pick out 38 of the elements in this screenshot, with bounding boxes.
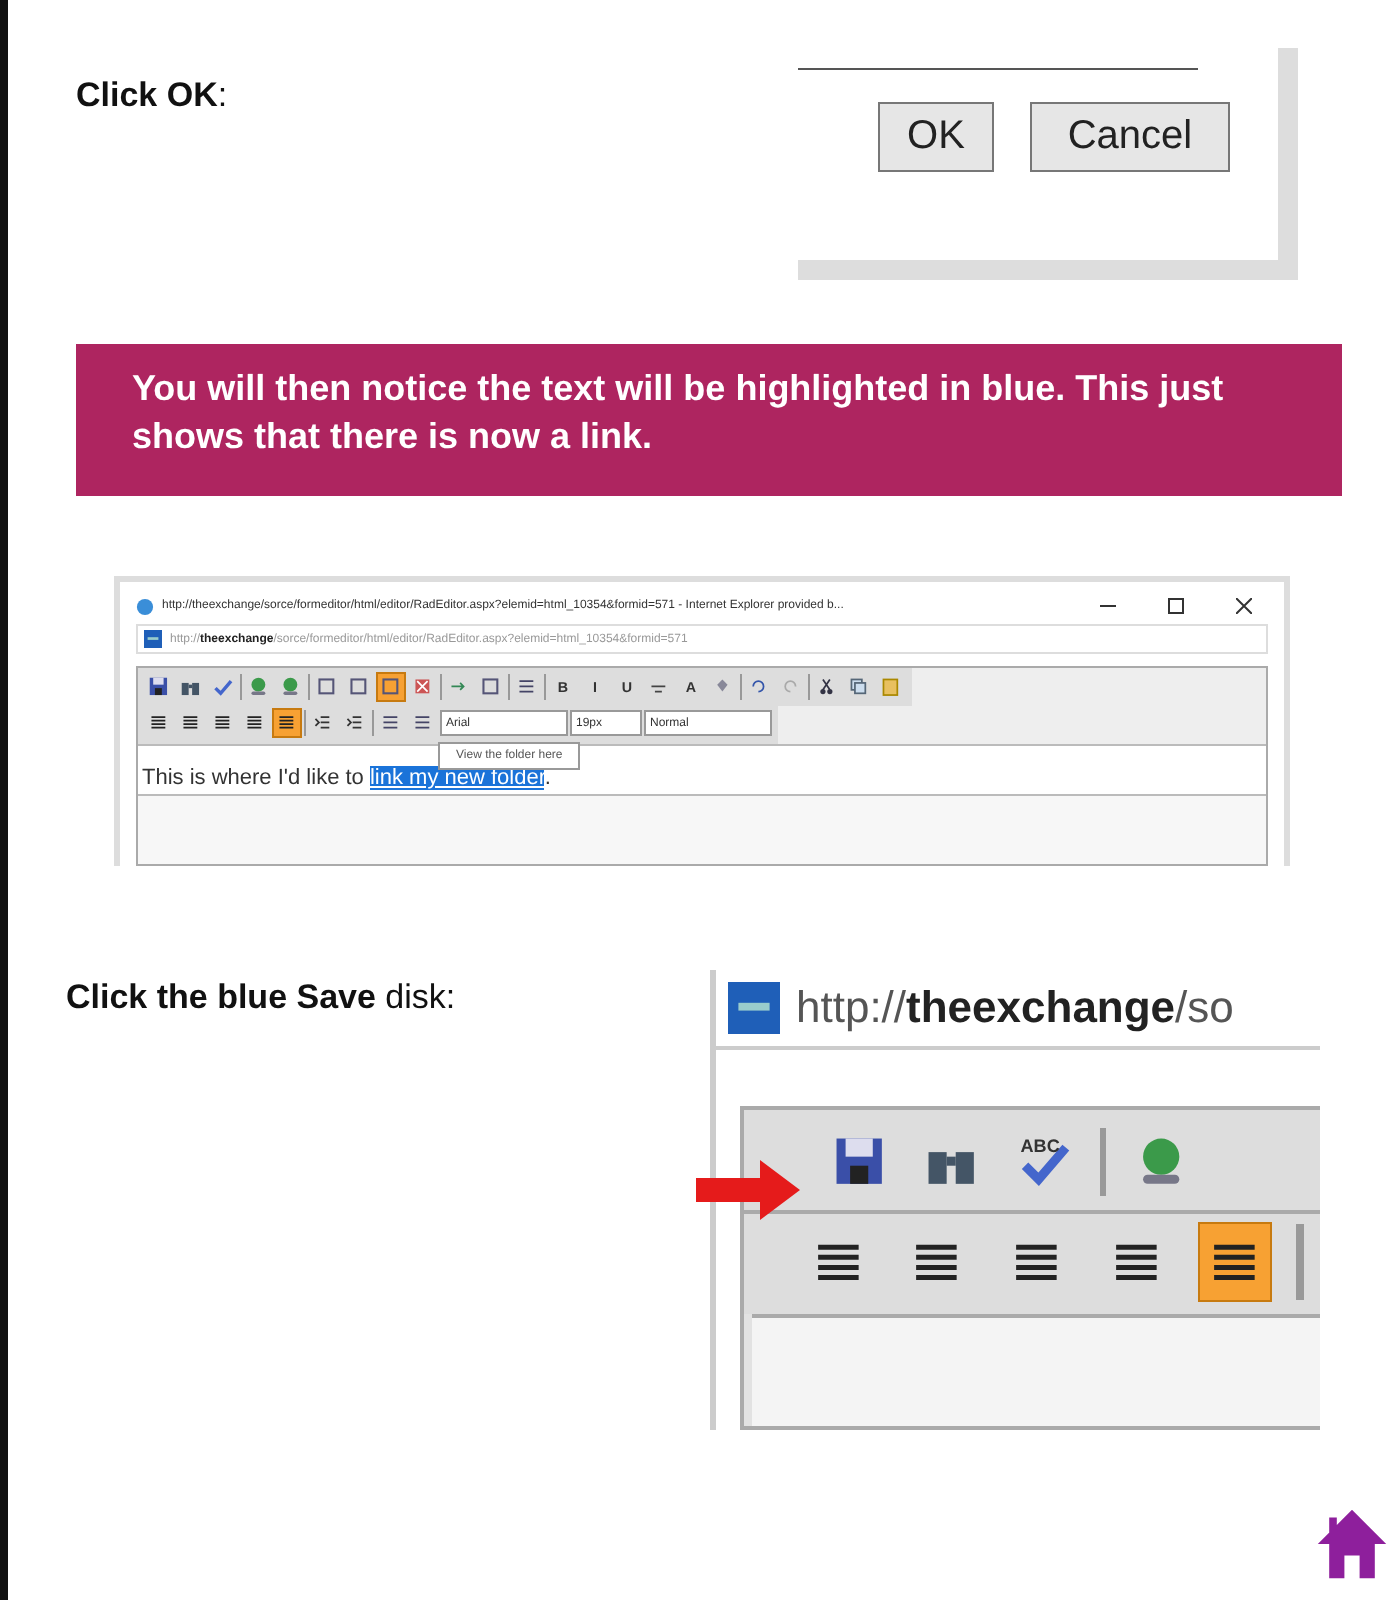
browser-icon <box>136 597 154 615</box>
globe-link-icon <box>248 676 270 698</box>
frame-icon <box>380 676 402 698</box>
site-logo-icon <box>728 982 780 1034</box>
copy-icon <box>848 676 870 698</box>
toolbar-button[interactable] <box>272 708 302 738</box>
address-field[interactable]: http://theexchange/so <box>796 982 1234 1034</box>
indent-icon <box>344 712 366 734</box>
frame-icon <box>348 676 370 698</box>
align-icon <box>180 712 202 734</box>
align-icon <box>276 712 298 734</box>
frame-icon <box>316 676 338 698</box>
delete-box-icon <box>412 676 434 698</box>
note-banner: You will then notice the text will be highlighted in blue. This just shows that there is now a link. <box>76 344 1342 496</box>
clipboard-icon <box>880 676 902 698</box>
instruction-text: Click the blue Save disk: <box>64 976 456 1018</box>
close-icon[interactable] <box>1236 598 1252 614</box>
arrow-icon <box>696 1160 800 1220</box>
align-icon <box>148 712 170 734</box>
cancel-button[interactable]: Cancel <box>1030 102 1230 172</box>
list-icon <box>516 676 538 698</box>
maximize-icon[interactable] <box>1168 598 1184 614</box>
toolbar-button[interactable] <box>1197 1222 1273 1302</box>
list-icon <box>412 712 434 734</box>
align-icon <box>244 712 266 734</box>
redo-icon <box>780 676 802 698</box>
scissors-icon <box>816 676 838 698</box>
site-logo-icon <box>144 630 162 648</box>
globe-link-icon <box>280 676 302 698</box>
align-icon <box>212 712 234 734</box>
undo-icon <box>748 676 770 698</box>
home-icon[interactable] <box>1314 1506 1390 1582</box>
indent-icon <box>312 712 334 734</box>
spell-check-icon <box>212 676 234 698</box>
list-icon <box>380 712 402 734</box>
frame-icon <box>480 676 502 698</box>
instruction-text: Click OK: <box>74 74 228 116</box>
ok-button[interactable]: OK <box>878 102 994 172</box>
